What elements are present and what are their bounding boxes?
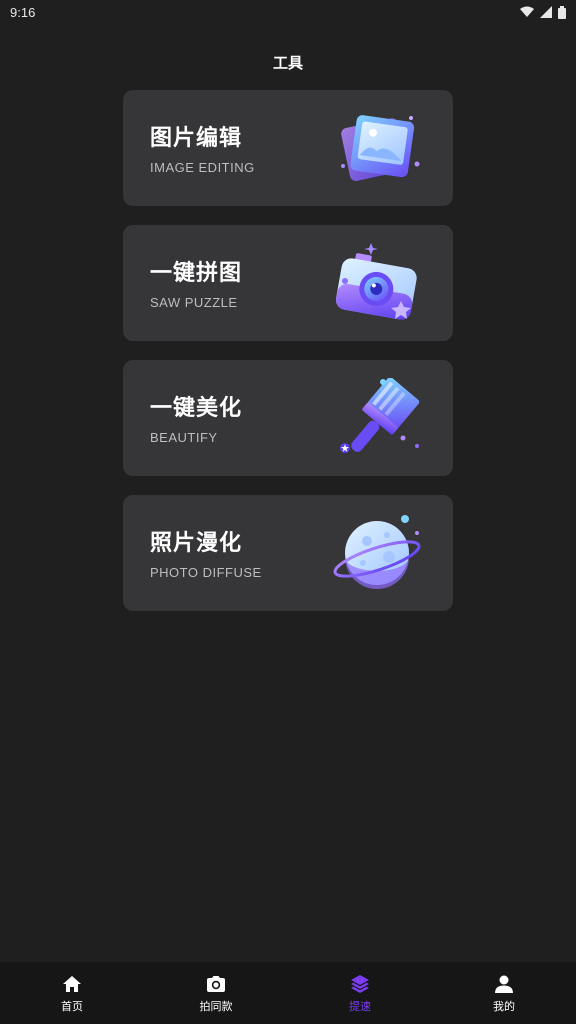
tab-home[interactable]: 首页: [0, 962, 144, 1024]
tool-title: 一键美化: [150, 396, 243, 421]
tool-list: 图片编辑 IMAGE EDITING 一键拼图 SAW PUZZLE 一键美化 …: [123, 90, 453, 630]
status-icons: [520, 5, 566, 19]
tab-speed-up[interactable]: 提速: [288, 962, 432, 1024]
tool-subtitle: SAW PUZZLE: [150, 295, 238, 310]
tab-label: 拍同款: [199, 999, 233, 1013]
tool-title: 一键拼图: [150, 261, 243, 286]
tab-mine[interactable]: 我的: [432, 962, 576, 1024]
battery-icon: [558, 5, 566, 19]
tab-label: 首页: [61, 999, 83, 1013]
camera-icon: [335, 243, 417, 320]
tool-card-beautify[interactable]: 一键美化 BEAUTIFY: [123, 360, 453, 476]
planet-icon: [333, 515, 421, 589]
status-bar: 9:16: [0, 0, 576, 24]
status-time: 9:16: [10, 4, 36, 20]
tab-shoot-same[interactable]: 拍同款: [144, 962, 288, 1024]
tool-card-image-editing[interactable]: 图片编辑 IMAGE EDITING: [123, 90, 453, 206]
tool-title: 图片编辑: [150, 126, 243, 151]
user-icon: [495, 975, 513, 993]
tool-subtitle: IMAGE EDITING: [150, 160, 255, 175]
layers-icon: [351, 974, 369, 993]
tool-card-photo-diffuse[interactable]: 照片漫化 PHOTO DIFFUSE: [123, 495, 453, 611]
paint-brush-icon: [340, 378, 420, 453]
tab-label: 我的: [493, 999, 515, 1013]
tab-label: 提速: [349, 999, 371, 1013]
bottom-tab-bar: 首页 拍同款 提速 我的: [0, 962, 576, 1024]
photo-gallery-icon: [341, 115, 420, 181]
signal-icon: [540, 6, 552, 18]
page-title: 工具: [272, 54, 303, 72]
tool-subtitle: BEAUTIFY: [150, 430, 218, 445]
tool-subtitle: PHOTO DIFFUSE: [150, 565, 262, 580]
wifi-icon: [520, 6, 534, 17]
tool-title: 照片漫化: [150, 531, 243, 556]
camera-icon: [207, 975, 225, 992]
home-icon: [63, 975, 81, 992]
tool-card-saw-puzzle[interactable]: 一键拼图 SAW PUZZLE: [123, 225, 453, 341]
